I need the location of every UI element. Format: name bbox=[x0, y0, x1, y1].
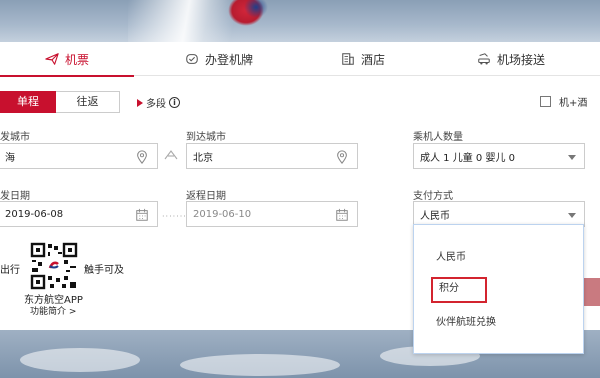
roundtrip-button[interactable]: 往返 bbox=[56, 91, 120, 113]
tab-checkin[interactable]: 办登机牌 bbox=[134, 42, 304, 76]
flight-hotel-label: 机+酒 bbox=[559, 98, 588, 109]
return-date-label: 返程日期 bbox=[186, 191, 226, 202]
passenger-count-select[interactable]: 成人 1 儿童 0 婴儿 0 bbox=[413, 143, 585, 169]
triangle-right-icon bbox=[137, 98, 143, 107]
payment-option-points[interactable]: 积分 bbox=[431, 277, 487, 303]
location-pin-icon bbox=[137, 150, 147, 164]
tab-label: 机场接送 bbox=[496, 52, 545, 67]
tab-label: 酒店 bbox=[360, 52, 385, 67]
header-background bbox=[0, 0, 600, 42]
payment-option-rmb[interactable]: 人民币 bbox=[414, 246, 583, 270]
passenger-count-label: 乘机人数量 bbox=[413, 132, 463, 143]
payment-option-partner-redemption[interactable]: 伙伴航班兑换 bbox=[414, 311, 583, 335]
return-date-value: 2019-06-10 bbox=[193, 208, 252, 220]
tab-label: 机票 bbox=[64, 52, 89, 67]
payment-method-dropdown: 人民币 积分 伙伴航班兑换 bbox=[413, 224, 584, 354]
plane-icon bbox=[45, 53, 59, 65]
app-promo-left-text: 出行 bbox=[0, 265, 20, 276]
checkin-icon bbox=[186, 54, 198, 64]
search-button[interactable] bbox=[584, 278, 600, 306]
oneway-button[interactable]: 单程 bbox=[0, 91, 56, 113]
info-icon[interactable]: i bbox=[169, 97, 180, 108]
to-city-label: 到达城市 bbox=[186, 132, 226, 143]
app-promo-right-text: 触手可及 bbox=[84, 265, 124, 276]
multi-segment-label: 多段 bbox=[146, 99, 166, 110]
chevron-down-icon bbox=[568, 213, 576, 218]
flight-hotel-checkbox[interactable] bbox=[540, 96, 551, 107]
from-city-label: 发城市 bbox=[0, 132, 30, 143]
tab-flight[interactable]: 机票 bbox=[0, 42, 134, 77]
flight-hotel-option[interactable]: 机+酒 bbox=[540, 94, 587, 109]
hotel-icon bbox=[342, 53, 354, 65]
payment-method-value: 人民币 bbox=[420, 210, 450, 222]
service-tabs: 机票 办登机牌 酒店 机场接送 bbox=[0, 42, 600, 77]
to-city-input[interactable]: 北京 bbox=[186, 143, 358, 169]
depart-date-value: 2019-06-08 bbox=[5, 208, 64, 220]
location-pin-icon bbox=[337, 150, 347, 164]
payment-method-label: 支付方式 bbox=[413, 191, 453, 202]
tab-label: 办登机牌 bbox=[204, 52, 253, 67]
car-icon bbox=[478, 53, 490, 65]
swap-cities-icon[interactable] bbox=[163, 147, 179, 163]
tab-hotel[interactable]: 酒店 bbox=[304, 42, 422, 76]
from-city-value: 海 bbox=[5, 152, 15, 164]
calendar-icon bbox=[336, 208, 348, 221]
to-city-value: 北京 bbox=[193, 152, 213, 164]
trip-type-toggle: 单程 往返 bbox=[0, 91, 120, 113]
qr-code-image bbox=[30, 242, 78, 290]
calendar-icon bbox=[136, 208, 148, 221]
from-city-input[interactable]: 海 bbox=[0, 143, 158, 169]
chevron-down-icon bbox=[568, 155, 576, 160]
multi-segment-link[interactable]: 多段 i bbox=[137, 95, 180, 110]
passenger-count-value: 成人 1 儿童 0 婴儿 0 bbox=[420, 152, 515, 164]
airline-logo-tail-blue bbox=[244, 0, 268, 18]
return-date-input[interactable]: 2019-06-10 bbox=[186, 201, 358, 227]
date-range-separator: ······· bbox=[162, 212, 187, 221]
depart-date-input[interactable]: 2019-06-08 bbox=[0, 201, 158, 227]
tab-airport-transfer[interactable]: 机场接送 bbox=[422, 42, 600, 76]
app-features-link[interactable]: 功能简介 > bbox=[30, 304, 76, 317]
depart-date-label: 发日期 bbox=[0, 191, 30, 202]
